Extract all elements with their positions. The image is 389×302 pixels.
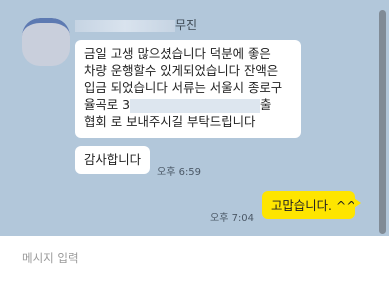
sender-name-text: 무진 — [175, 18, 198, 32]
chat-scrollbar[interactable] — [379, 10, 386, 234]
message-timestamp: 오후 6:59 — [157, 167, 202, 178]
incoming-message-bubble[interactable]: 금일 고생 많으셨습니다 덕분에 좋은 차량 운행할수 있게되었습니다 잔액은 … — [75, 40, 301, 138]
message-fragment: 율곡로 3 — [84, 97, 131, 112]
message-input-area — [0, 236, 389, 302]
outgoing-message-bubble[interactable]: 고맙습니다. ^^ — [262, 191, 361, 219]
message-line: 협회 로 보내주시길 부탁드립니다 — [84, 114, 256, 129]
bubble-tail — [354, 198, 361, 208]
message-timestamp: 오후 7:04 — [210, 213, 255, 224]
redacted-address — [130, 98, 261, 113]
message-line-redacted: 율곡로 3 출 — [84, 96, 292, 113]
message-line: 입금 되었습니다 서류는 서울시 종로구 — [84, 80, 283, 95]
message-input[interactable] — [22, 248, 362, 268]
message-line: 차량 운행할수 있게되었습니다 잔액은 — [84, 63, 279, 78]
redacted-name-part — [75, 19, 175, 32]
message-line: 금일 고생 많으셨습니다 덕분에 좋은 — [84, 46, 271, 61]
message-text: 감사합니다 — [84, 152, 141, 167]
avatar-profile-image — [22, 18, 70, 66]
message-fragment: 출 — [260, 97, 272, 112]
incoming-message-bubble[interactable]: 감사합니다 — [75, 146, 150, 174]
sender-name: 무진 — [75, 16, 197, 33]
chat-message-area[interactable]: 무진 금일 고생 많으셨습니다 덕분에 좋은 차량 운행할수 있게되었습니다 잔… — [0, 0, 389, 236]
message-text: 고맙습니다. ^^ — [271, 198, 357, 213]
sender-avatar[interactable] — [22, 18, 70, 66]
